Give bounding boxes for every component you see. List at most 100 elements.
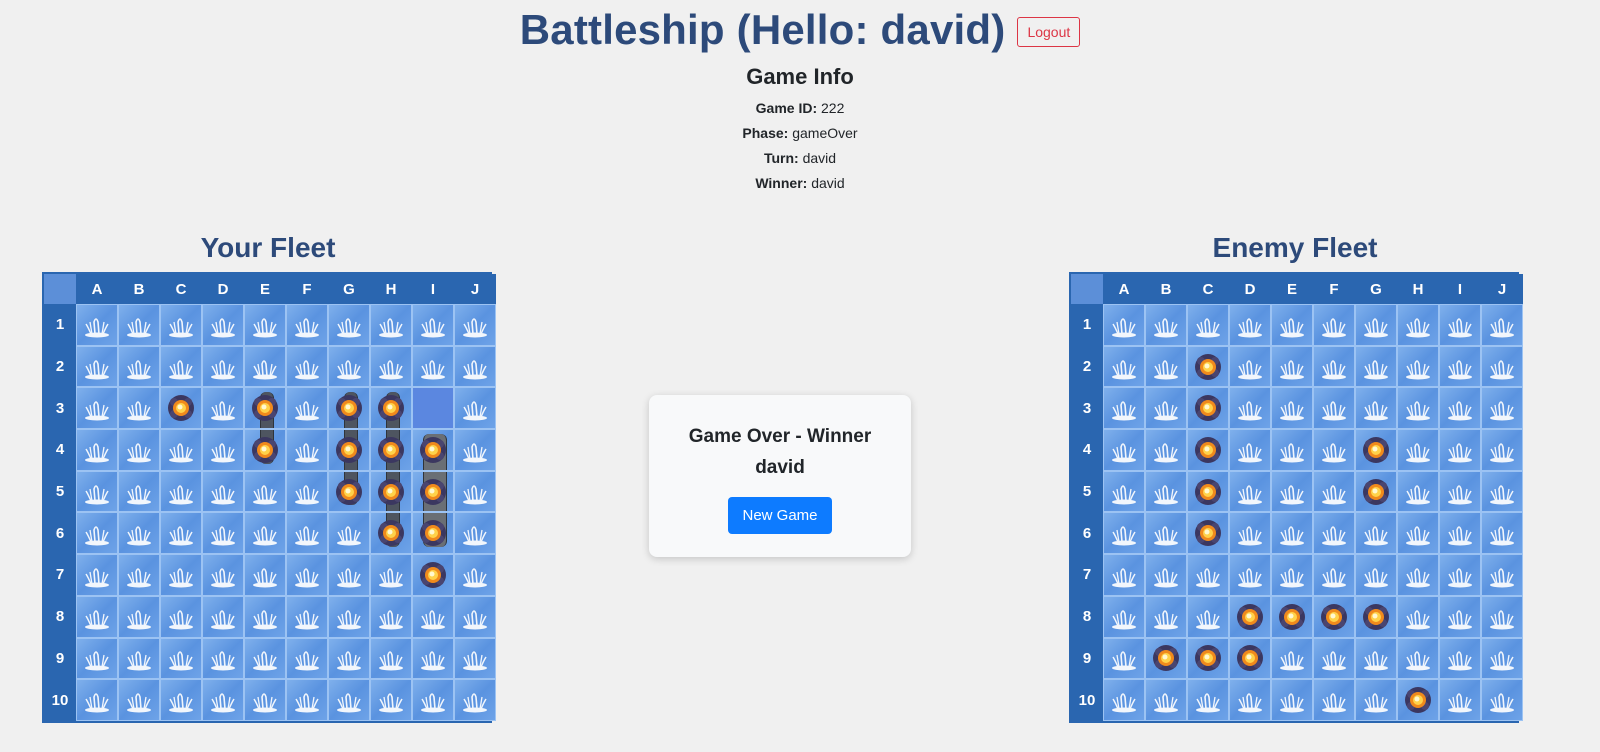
your-fleet-cell-g6[interactable] — [328, 512, 370, 555]
enemy-fleet-cell-d6[interactable] — [1229, 512, 1271, 555]
your-fleet-cell-d10[interactable] — [202, 679, 244, 721]
enemy-fleet-cell-a2[interactable] — [1103, 345, 1145, 388]
your-fleet-cell-b4[interactable] — [118, 429, 160, 471]
enemy-fleet-cell-d10[interactable] — [1229, 679, 1271, 721]
your-fleet-cell-h7[interactable] — [370, 554, 412, 596]
enemy-fleet-cell-g10[interactable] — [1355, 679, 1397, 721]
enemy-fleet-cell-e8[interactable] — [1271, 595, 1313, 638]
new-game-button[interactable]: New Game — [728, 497, 832, 534]
enemy-fleet-cell-a10[interactable] — [1103, 679, 1145, 721]
enemy-fleet-cell-a8[interactable] — [1103, 595, 1145, 638]
enemy-fleet-cell-a5[interactable] — [1103, 470, 1145, 513]
enemy-fleet-cell-a4[interactable] — [1103, 429, 1145, 471]
your-fleet-cell-c9[interactable] — [160, 637, 202, 680]
enemy-fleet-cell-e7[interactable] — [1271, 554, 1313, 596]
enemy-fleet-cell-g1[interactable] — [1355, 304, 1397, 346]
enemy-fleet-cell-h5[interactable] — [1397, 470, 1439, 513]
enemy-fleet-cell-f7[interactable] — [1313, 554, 1355, 596]
your-fleet-cell-f6[interactable] — [286, 512, 328, 555]
enemy-fleet-cell-a7[interactable] — [1103, 554, 1145, 596]
your-fleet-cell-b6[interactable] — [118, 512, 160, 555]
enemy-fleet-cell-g6[interactable] — [1355, 512, 1397, 555]
your-fleet-cell-a1[interactable] — [76, 304, 118, 346]
enemy-fleet-cell-d5[interactable] — [1229, 470, 1271, 513]
your-fleet-cell-i8[interactable] — [412, 595, 454, 638]
your-fleet-cell-h2[interactable] — [370, 345, 412, 388]
your-fleet-cell-i7[interactable] — [412, 554, 454, 596]
your-fleet-cell-e7[interactable] — [244, 554, 286, 596]
your-fleet-cell-d2[interactable] — [202, 345, 244, 388]
your-fleet-cell-g1[interactable] — [328, 304, 370, 346]
enemy-fleet-cell-j3[interactable] — [1481, 387, 1523, 430]
your-fleet-cell-b8[interactable] — [118, 595, 160, 638]
enemy-fleet-cell-i1[interactable] — [1439, 304, 1481, 346]
enemy-fleet-cell-c8[interactable] — [1187, 595, 1229, 638]
enemy-fleet-cell-b6[interactable] — [1145, 512, 1187, 555]
enemy-fleet-cell-c9[interactable] — [1187, 637, 1229, 680]
enemy-fleet-cell-h10[interactable] — [1397, 679, 1439, 721]
enemy-fleet-cell-g9[interactable] — [1355, 637, 1397, 680]
your-fleet-cell-d4[interactable] — [202, 429, 244, 471]
enemy-fleet-cell-c6[interactable] — [1187, 512, 1229, 555]
your-fleet-cell-a7[interactable] — [76, 554, 118, 596]
your-fleet-cell-d9[interactable] — [202, 637, 244, 680]
enemy-fleet-cell-b8[interactable] — [1145, 595, 1187, 638]
enemy-fleet-cell-i7[interactable] — [1439, 554, 1481, 596]
your-fleet-cell-h5[interactable] — [370, 470, 412, 513]
enemy-fleet-cell-e3[interactable] — [1271, 387, 1313, 430]
your-fleet-cell-g3[interactable] — [328, 387, 370, 430]
enemy-fleet-cell-h1[interactable] — [1397, 304, 1439, 346]
enemy-fleet-cell-j5[interactable] — [1481, 470, 1523, 513]
enemy-fleet-cell-g4[interactable] — [1355, 429, 1397, 471]
your-fleet-cell-e8[interactable] — [244, 595, 286, 638]
your-fleet-cell-h6[interactable] — [370, 512, 412, 555]
enemy-fleet-cell-i6[interactable] — [1439, 512, 1481, 555]
your-fleet-cell-g9[interactable] — [328, 637, 370, 680]
your-fleet-cell-g8[interactable] — [328, 595, 370, 638]
your-fleet-cell-i3[interactable] — [412, 387, 454, 430]
your-fleet-cell-h4[interactable] — [370, 429, 412, 471]
enemy-fleet-cell-e1[interactable] — [1271, 304, 1313, 346]
enemy-fleet-cell-f5[interactable] — [1313, 470, 1355, 513]
enemy-fleet-cell-j10[interactable] — [1481, 679, 1523, 721]
enemy-fleet-cell-g8[interactable] — [1355, 595, 1397, 638]
logout-button[interactable]: Logout — [1017, 17, 1081, 47]
your-fleet-cell-b2[interactable] — [118, 345, 160, 388]
enemy-fleet-cell-e2[interactable] — [1271, 345, 1313, 388]
your-fleet-cell-c4[interactable] — [160, 429, 202, 471]
enemy-fleet-cell-i5[interactable] — [1439, 470, 1481, 513]
your-fleet-cell-e1[interactable] — [244, 304, 286, 346]
enemy-fleet-cell-c4[interactable] — [1187, 429, 1229, 471]
your-fleet-cell-d7[interactable] — [202, 554, 244, 596]
your-fleet-cell-i5[interactable] — [412, 470, 454, 513]
your-fleet-cell-c8[interactable] — [160, 595, 202, 638]
your-fleet-cell-j10[interactable] — [454, 679, 496, 721]
enemy-fleet-cell-g7[interactable] — [1355, 554, 1397, 596]
enemy-fleet-cell-i3[interactable] — [1439, 387, 1481, 430]
enemy-fleet-cell-g5[interactable] — [1355, 470, 1397, 513]
your-fleet-cell-d6[interactable] — [202, 512, 244, 555]
enemy-fleet-cell-h4[interactable] — [1397, 429, 1439, 471]
enemy-fleet-cell-a6[interactable] — [1103, 512, 1145, 555]
your-fleet-cell-b3[interactable] — [118, 387, 160, 430]
enemy-fleet-cell-f9[interactable] — [1313, 637, 1355, 680]
your-fleet-cell-c3[interactable] — [160, 387, 202, 430]
enemy-fleet-cell-b2[interactable] — [1145, 345, 1187, 388]
your-fleet-cell-c7[interactable] — [160, 554, 202, 596]
your-fleet-cell-j6[interactable] — [454, 512, 496, 555]
enemy-fleet-cell-i8[interactable] — [1439, 595, 1481, 638]
enemy-fleet-cell-f10[interactable] — [1313, 679, 1355, 721]
your-fleet-cell-c2[interactable] — [160, 345, 202, 388]
enemy-fleet-cell-b1[interactable] — [1145, 304, 1187, 346]
enemy-fleet-cell-g2[interactable] — [1355, 345, 1397, 388]
your-fleet-cell-i1[interactable] — [412, 304, 454, 346]
your-fleet-cell-a3[interactable] — [76, 387, 118, 430]
enemy-fleet-cell-j7[interactable] — [1481, 554, 1523, 596]
enemy-fleet-cell-j4[interactable] — [1481, 429, 1523, 471]
enemy-fleet-cell-e4[interactable] — [1271, 429, 1313, 471]
your-fleet-cell-h3[interactable] — [370, 387, 412, 430]
your-fleet-cell-j1[interactable] — [454, 304, 496, 346]
your-fleet-cell-b10[interactable] — [118, 679, 160, 721]
enemy-fleet-cell-f4[interactable] — [1313, 429, 1355, 471]
your-fleet-cell-e3[interactable] — [244, 387, 286, 430]
